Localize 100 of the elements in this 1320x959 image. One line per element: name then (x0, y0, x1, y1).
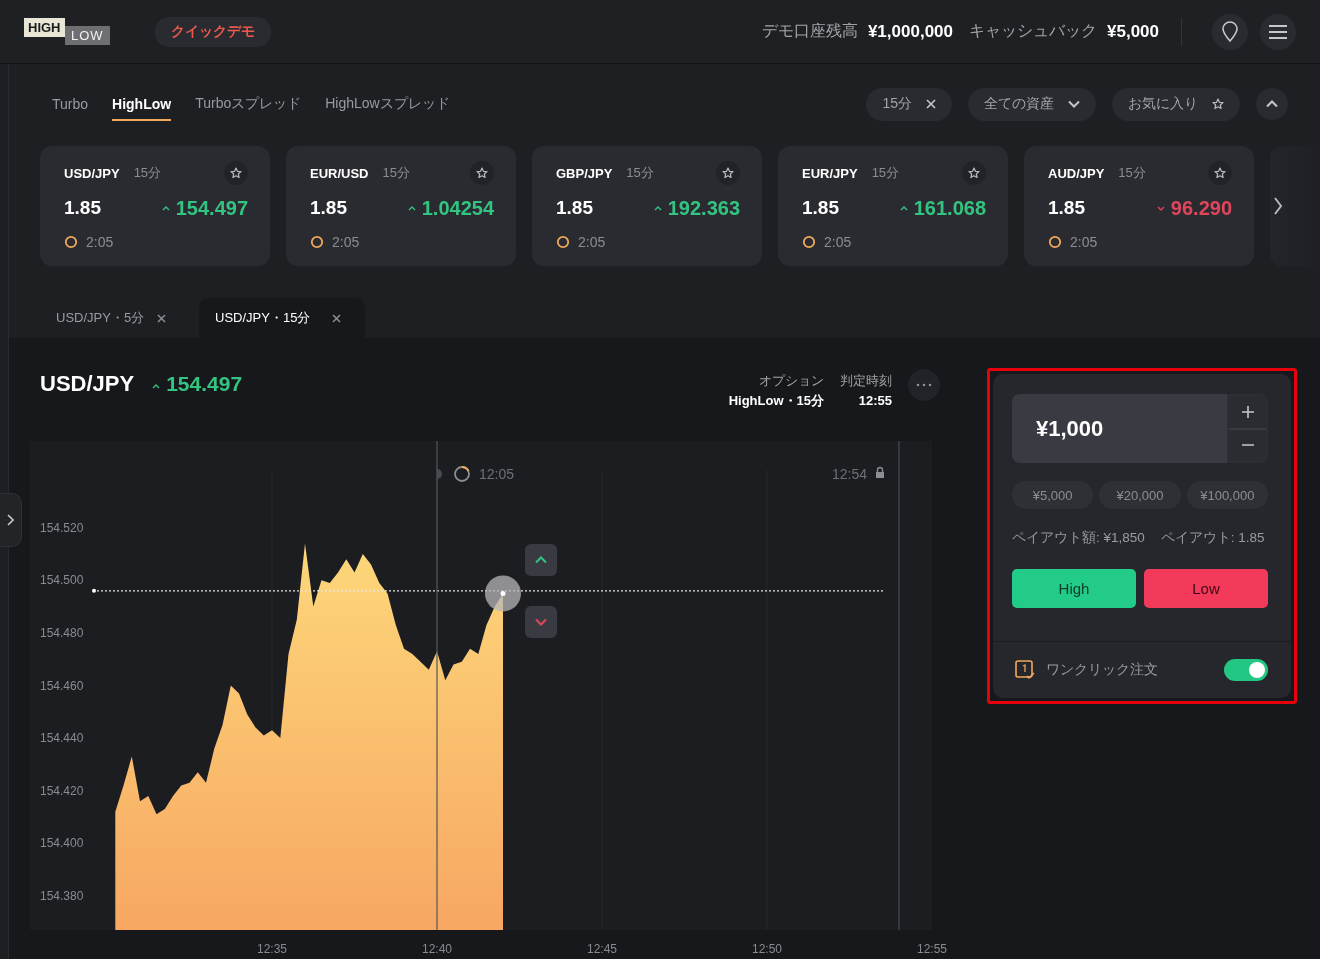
caret-up-icon (899, 204, 908, 212)
chart-tab[interactable]: USD/JPY・5分 (40, 298, 190, 338)
star-icon (968, 167, 980, 179)
preset-amount-button[interactable]: ¥5,000 (1012, 481, 1094, 509)
caret-up-icon (407, 204, 416, 212)
duration-label: 15分 (133, 164, 162, 182)
chevron-down-icon (535, 618, 547, 626)
next-button[interactable] (1271, 196, 1285, 216)
duration-label: 15分 (626, 164, 654, 182)
price-value: 161.068 (913, 196, 986, 220)
asset-name: GBP/JPY (556, 165, 613, 181)
option-tab[interactable]: Turbo (52, 87, 89, 121)
close-icon[interactable] (332, 313, 341, 323)
balance-value: ¥1,000,000 (867, 21, 953, 42)
chart-tab[interactable]: USD/JPY・15分 (199, 298, 365, 338)
ring-icon (64, 235, 78, 249)
asset-card[interactable]: EUR/USD 15分 1.85 1.04254 2:05 (286, 146, 516, 266)
payout-amount: ペイアウト額: ¥1,850 (1012, 529, 1145, 547)
option-value: HighLow・15分 (728, 392, 824, 410)
chevron-right-icon (7, 514, 14, 526)
axis-label: 154.480 (40, 625, 84, 640)
pin-icon (1220, 20, 1240, 43)
favorite-button[interactable] (1208, 161, 1232, 185)
favorite-button[interactable] (470, 161, 494, 185)
price-value: 1.04254 (421, 196, 494, 220)
time-remaining: 2:05 (332, 234, 360, 250)
asset-card[interactable]: USD/JPY 15分 1.85 154.497 2:05 (40, 146, 270, 266)
price-value: 154.497 (166, 372, 243, 396)
preset-amount-button[interactable]: ¥20,000 (1099, 481, 1181, 509)
amount-field[interactable]: ¥1,000 (1012, 394, 1227, 463)
favorite-button[interactable] (224, 161, 248, 185)
star-icon (1212, 98, 1224, 110)
option-tab[interactable]: Turboスプレッド (195, 86, 302, 122)
expiry-value: 12:55 (857, 392, 892, 410)
option-tab[interactable]: HighLow (112, 87, 172, 121)
time-label: 12:54 (831, 466, 867, 482)
favorite-button[interactable] (962, 161, 986, 185)
lock-icon (876, 466, 884, 478)
caret-up-icon (161, 204, 170, 212)
payout-rate: ペイアウト: 1.85 (1160, 529, 1265, 547)
asset-name: AUD/JPY (1048, 165, 1105, 181)
chevron-up-icon (1266, 100, 1278, 108)
axis-label: 12:40 (422, 942, 452, 956)
asset-title: USD/JPY (40, 372, 135, 396)
filter-chip[interactable]: お気に入り (1112, 87, 1240, 121)
axis-label: 12:35 (257, 942, 287, 956)
one-click-switch[interactable] (1224, 659, 1268, 681)
payout-rate: 1.85 (556, 197, 593, 219)
balance-label: デモ口座残高 (761, 21, 858, 41)
up-button[interactable] (525, 544, 557, 576)
asset-card[interactable]: EUR/JPY 15分 1.85 161.068 2:05 (778, 146, 1008, 266)
sidebar-toggle[interactable] (0, 493, 22, 547)
current-price-marker (485, 575, 521, 612)
expiry-label: 判定時刻 (840, 372, 892, 390)
time-remaining: 2:05 (86, 234, 114, 250)
time-label: 12:05 (479, 466, 515, 482)
time-remaining: 2:05 (1070, 234, 1098, 250)
axis-label: 12:50 (752, 942, 782, 956)
low-button[interactable]: Low (1144, 569, 1268, 608)
menu-icon (1268, 23, 1288, 40)
filter-chip[interactable]: 15分 (866, 87, 952, 121)
ring-icon (1048, 235, 1062, 249)
asset-name: EUR/JPY (802, 165, 858, 181)
timer-icon (454, 466, 470, 482)
duration-label: 15分 (871, 164, 900, 182)
chevron-down-icon (1068, 100, 1080, 108)
more-icon (916, 383, 932, 387)
plus-icon (1240, 404, 1255, 419)
axis-label: 154.440 (40, 731, 84, 746)
axis-label: 154.380 (40, 888, 84, 903)
preset-amount-button[interactable]: ¥100,000 (1186, 481, 1268, 509)
duration-label: 15分 (382, 164, 410, 182)
location-button[interactable] (1212, 13, 1248, 50)
high-button[interactable]: High (1012, 569, 1136, 608)
chevron-right-icon (1273, 197, 1283, 215)
close-icon[interactable] (157, 313, 166, 323)
asset-card[interactable]: GBP/JPY 15分 1.85 192.363 2:05 (532, 146, 762, 266)
price-value: 96.290 (1170, 196, 1232, 220)
star-icon (230, 167, 242, 179)
demo-mode-button[interactable]: クイックデモ (155, 16, 271, 47)
filter-chip[interactable]: 全ての資産 (968, 87, 1096, 121)
cashback-value: ¥5,000 (1107, 21, 1159, 42)
axis-label: 12:45 (587, 942, 617, 956)
caret-up-icon (653, 204, 662, 212)
option-tab[interactable]: HighLowスプレッド (325, 86, 450, 122)
axis-label: 154.420 (40, 783, 84, 798)
price-value: 154.497 (175, 196, 248, 220)
increase-button[interactable] (1229, 396, 1266, 428)
axis-label: 12:55 (917, 942, 947, 956)
collapse-button[interactable] (1256, 88, 1288, 120)
menu-button[interactable] (1260, 13, 1296, 50)
favorite-button[interactable] (716, 161, 740, 185)
axis-label: 154.500 (40, 573, 84, 588)
option-label: オプション (758, 372, 824, 390)
ring-icon (802, 235, 816, 249)
star-icon (1214, 167, 1226, 179)
time-remaining: 2:05 (824, 234, 852, 250)
asset-card[interactable]: AUD/JPY 15分 1.85 96.290 2:05 (1024, 146, 1254, 266)
axis-label: 154.400 (40, 836, 84, 851)
logo[interactable]: HIGH LOW (24, 18, 124, 45)
